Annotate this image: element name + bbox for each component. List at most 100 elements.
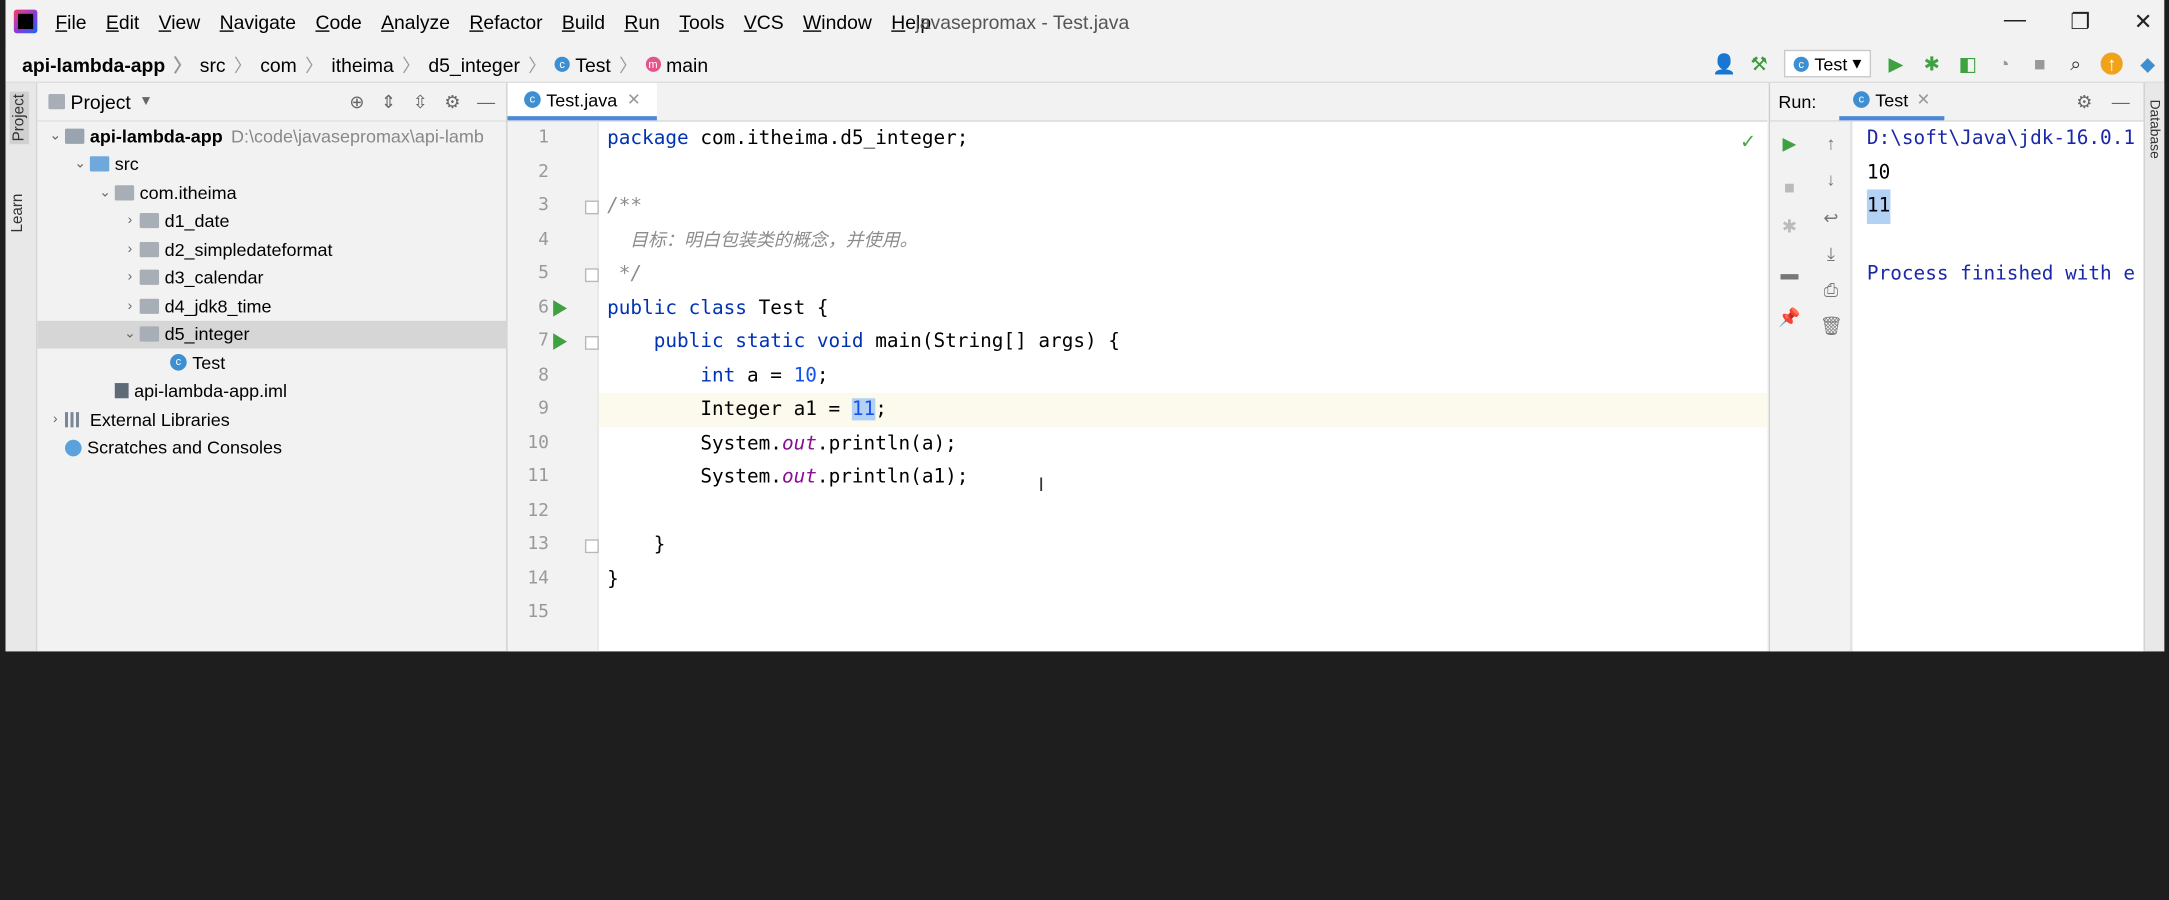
fold-marker-icon[interactable] (584, 539, 599, 554)
library-icon (64, 411, 85, 427)
expand-arrow-icon[interactable]: ⌄ (71, 157, 90, 172)
tree-node-src[interactable]: ⌄ src (37, 150, 506, 178)
menu-tools[interactable]: Tools (679, 11, 724, 33)
tree-node-external-libraries[interactable]: › External Libraries (37, 405, 506, 433)
stop-icon[interactable]: ■ (1778, 177, 1800, 199)
console-output[interactable]: D:\soft\Java\jdk-16.0.1 10 11 Process fi… (1853, 121, 2144, 652)
gear-icon[interactable]: ⚙ (444, 91, 460, 113)
run-config-select[interactable]: c Test ▾ (1783, 49, 1872, 78)
run-class-gutter-icon[interactable] (553, 300, 567, 317)
window-title: javasepromax - Test.java (915, 11, 1130, 34)
menu-run[interactable]: Run (624, 11, 660, 33)
package-icon (139, 270, 160, 286)
close-tab-icon[interactable]: ✕ (1916, 90, 1930, 109)
expand-arrow-icon[interactable]: › (46, 412, 65, 427)
update-icon[interactable]: ↑ (2100, 52, 2123, 75)
project-tree: ⌄ api-lambda-app D:\code\javasepromax\ap… (37, 122, 507, 462)
tree-node-package[interactable]: ⌄ com.itheima (37, 178, 506, 206)
trash-icon[interactable]: 🗑 (1820, 315, 1843, 337)
tree-node-d4-jdk8-time[interactable]: › d4_jdk8_time (37, 292, 506, 320)
menu-view[interactable]: View (159, 11, 201, 33)
expand-arrow-icon[interactable]: ⌄ (46, 128, 65, 143)
tree-node-d3-calendar[interactable]: › d3_calendar (37, 263, 506, 291)
tree-node-scratches[interactable]: Scratches and Consoles (37, 434, 506, 462)
stop-icon[interactable]: ■ (2029, 53, 2051, 75)
menu-window[interactable]: Window (803, 11, 872, 33)
menu-analyze[interactable]: Analyze (381, 11, 450, 33)
class-icon: c (1853, 91, 1870, 108)
scroll-to-end-icon[interactable]: ⤓ (1820, 243, 1842, 265)
run-toolbar: ▶ ■ ✱ ▬ 📌 ↑ ↓ ↩ ⤓ ⎙ 🗑 (1770, 121, 1852, 652)
tree-node-d5-integer[interactable]: ⌄ d5_integer (37, 320, 507, 349)
maximize-button[interactable]: ❐ (2070, 8, 2090, 36)
tab-test-java[interactable]: c Test.java ✕ (507, 82, 658, 121)
project-tool-tab[interactable]: Project (9, 91, 30, 145)
coverage-icon[interactable]: ◧ (1957, 53, 1979, 75)
menu-edit[interactable]: Edit (106, 11, 139, 33)
hide-icon[interactable]: — (2112, 91, 2130, 113)
code-area[interactable]: package com.itheima.d5_integer; /** 目标：明… (598, 122, 1768, 652)
database-tool-tab[interactable]: Database (2146, 100, 2161, 159)
breadcrumb-project[interactable]: api-lambda-app 〉 (22, 51, 200, 77)
console-line: 10 (1866, 161, 1891, 184)
expand-arrow-icon[interactable]: › (120, 213, 139, 228)
gear-icon[interactable]: ⚙ (2076, 91, 2092, 113)
debug-rerun-icon[interactable]: ✱ (1778, 216, 1800, 238)
expand-arrow-icon[interactable]: › (120, 298, 139, 313)
scroll-up-icon[interactable]: ↑ (1820, 133, 1842, 155)
learn-tool-tab[interactable]: Learn (10, 194, 27, 233)
debug-icon[interactable]: ✱ (1921, 53, 1943, 75)
run-main-gutter-icon[interactable] (553, 333, 567, 350)
breadcrumb-src[interactable]: src 〉 (200, 51, 260, 77)
chevron-down-icon[interactable]: ▼ (139, 94, 153, 109)
toolbox-icon[interactable]: ◆ (2137, 53, 2159, 75)
breadcrumb-main-method[interactable]: m main (645, 53, 708, 75)
expand-arrow-icon[interactable]: › (120, 242, 139, 257)
expand-arrow-icon[interactable]: ⌄ (120, 327, 139, 342)
line-number: 14 (527, 567, 550, 589)
minimize-button[interactable]: — (2004, 8, 2026, 33)
fold-marker-icon[interactable] (584, 200, 599, 215)
search-icon[interactable]: ⌕ (2065, 53, 2087, 75)
menu-navigate[interactable]: Navigate (220, 11, 296, 33)
collapse-all-icon[interactable]: ⇳ (413, 91, 428, 113)
run-icon[interactable]: ▶ (1885, 53, 1907, 75)
print-icon[interactable]: ⎙ (1820, 279, 1842, 301)
profile-icon[interactable]: ◔ (1993, 53, 2015, 75)
menu-code[interactable]: Code (315, 11, 361, 33)
no-problems-check-icon[interactable]: ✓ (1740, 130, 1756, 154)
pin-icon[interactable]: 📌 (1778, 307, 1800, 329)
main-toolbar: 👤 ⚒ c Test ▾ ▶ ✱ ◧ ◔ ■ ⌕ ↑ ◆ (1712, 49, 2164, 78)
layout-icon[interactable]: ▬ (1778, 263, 1800, 285)
close-tab-icon[interactable]: ✕ (627, 90, 641, 109)
expand-arrow-icon[interactable]: ⌄ (95, 185, 114, 200)
tree-node-d1-date[interactable]: › d1_date (37, 207, 506, 235)
fold-marker-icon[interactable] (584, 336, 599, 350)
line-number: 12 (527, 499, 550, 521)
run-tab-test[interactable]: c Test ✕ (1839, 83, 1945, 121)
breadcrumb-test-class[interactable]: c Test 〉 (554, 51, 646, 77)
menu-vcs[interactable]: VCS (744, 11, 784, 33)
project-panel-title[interactable]: Project (71, 91, 131, 113)
menu-file[interactable]: File (55, 11, 86, 33)
fold-marker-icon[interactable] (584, 268, 599, 283)
breadcrumb-itheima[interactable]: itheima 〉 (331, 51, 428, 77)
user-icon[interactable]: 👤 (1712, 53, 1736, 75)
hide-icon[interactable]: — (477, 91, 495, 113)
scroll-down-icon[interactable]: ↓ (1820, 169, 1842, 191)
tree-node-iml-file[interactable]: api-lambda-app.iml (37, 377, 506, 405)
tree-node-project[interactable]: ⌄ api-lambda-app D:\code\javasepromax\ap… (37, 122, 506, 150)
menu-refactor[interactable]: Refactor (469, 11, 542, 33)
breadcrumb-com[interactable]: com 〉 (260, 51, 331, 77)
expand-arrow-icon[interactable]: › (120, 270, 139, 285)
breadcrumb-d5-integer[interactable]: d5_integer 〉 (428, 51, 554, 77)
rerun-icon[interactable]: ▶ (1778, 133, 1800, 155)
tree-node-d2-simpledateformat[interactable]: › d2_simpledateformat (37, 235, 506, 263)
locate-icon[interactable]: ⊕ (349, 91, 364, 113)
menu-build[interactable]: Build (562, 11, 605, 33)
tree-node-test-class[interactable]: c Test (37, 348, 506, 376)
soft-wrap-icon[interactable]: ↩ (1820, 207, 1842, 229)
close-window-button[interactable]: ✕ (2134, 8, 2153, 36)
expand-all-icon[interactable]: ⇕ (381, 91, 396, 113)
build-hammer-icon[interactable]: ⚒ (1748, 53, 1770, 75)
